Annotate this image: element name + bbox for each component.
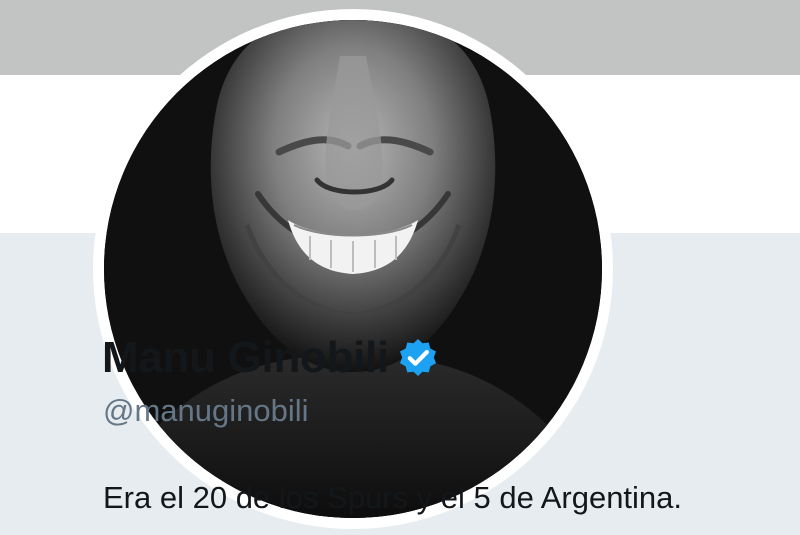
profile-page: Manu Ginobili @manuginobili Era el 20 de… (0, 0, 800, 535)
profile-photo-icon (104, 20, 602, 518)
profile-info-panel: Manu Ginobili @manuginobili Era el 20 de… (0, 9, 800, 535)
display-name-row: Manu Ginobili (102, 329, 439, 387)
avatar[interactable] (104, 20, 602, 518)
profile-handle[interactable]: @manuginobili (103, 393, 309, 429)
verified-badge-icon[interactable] (397, 337, 439, 379)
profile-bio: Era el 20 de los Spurs y el 5 de Argenti… (103, 480, 683, 515)
display-name[interactable]: Manu Ginobili (102, 333, 389, 383)
